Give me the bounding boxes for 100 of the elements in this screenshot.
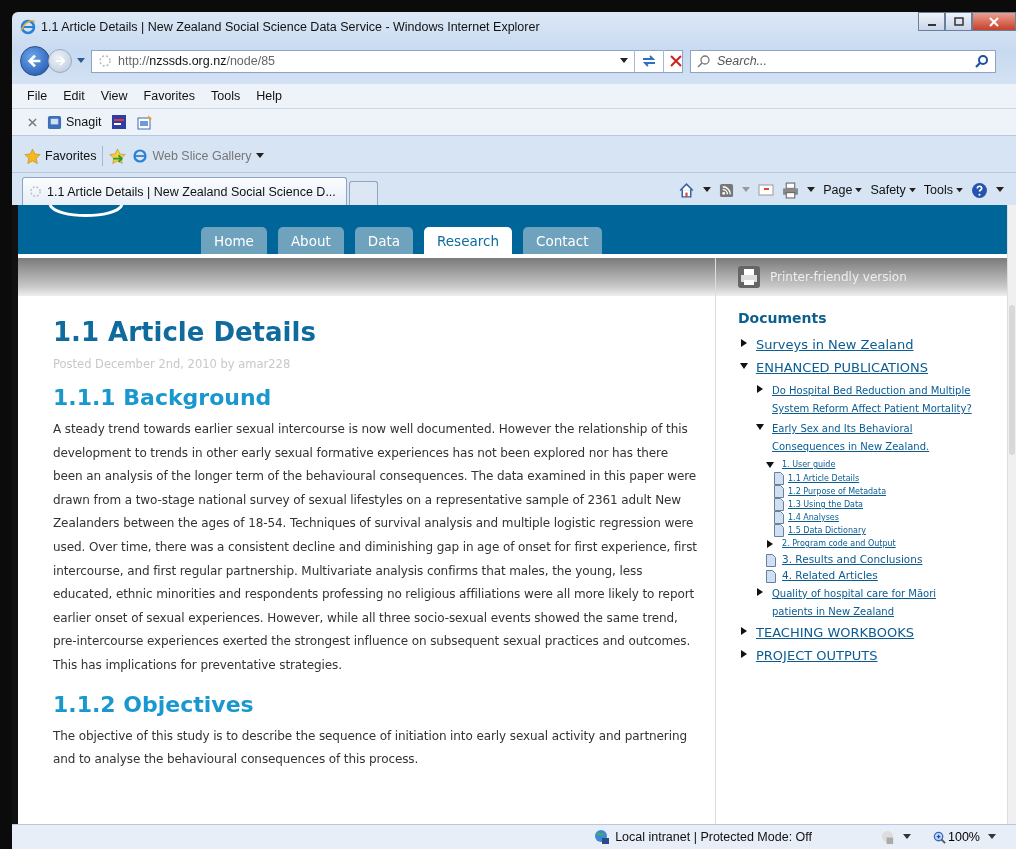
minimize-icon [927,24,936,26]
tree-link[interactable]: 1.3 Using the Data [788,498,863,511]
caret-icon[interactable] [703,187,712,193]
command-menu[interactable]: Tools [923,183,963,197]
expand-arrow-icon[interactable] [766,461,774,469]
close-icon[interactable] [28,117,37,127]
caret-icon[interactable] [903,834,911,840]
section-heading: 1.1.1 Background [53,385,273,410]
printer-icon[interactable] [782,181,800,199]
tree-link[interactable]: 1.1 Article Details [788,472,860,485]
address-field[interactable]: http://nzssds.org.nz/node/85 [91,49,683,73]
search-input[interactable]: Search... [715,53,971,69]
tree-link[interactable]: Surveys in New Zealand [756,336,914,354]
globe-icon [594,829,611,845]
printer-icon [738,266,760,288]
web-slice-gallery-button[interactable]: Web Slice Gallery [132,148,264,164]
stop-icon[interactable] [670,55,682,67]
document-icon [774,511,784,524]
caret-icon[interactable] [996,187,1004,193]
tree-link[interactable]: Quality of hospital care for Māori patients in New Zealand [772,585,977,621]
caret-icon[interactable] [620,58,628,64]
home-icon[interactable] [678,181,696,199]
paragraph: A steady trend towards earlier sexual intercourse is now well documented. However the relationship of this development to trends in other early sexual formative experiences has not been explored nor has there been an analysis of the longer term of the behavioural consequences. The data examined in this paper were drawn from a two-stage national survey of sexual lifestyles on a representative sample of 2361 adult New Zealanders between the ages of 18-54. Techniques of survival analysis and multiple logistic regression were used. Over time, there was a consistent decline and diminishing gap in age of onset for first experience, first intercourse, and first regular partnership. Multivariate analysis confirms that males, the young, less educated, ethnic minorities and respondents professing no religious affiliations were all more likely to report earlier onset of sexual experiences. However, while all three socio-sexual events showed the same trend, pre-intercourse experiences exerted the strongest influence on subsequent sexual practices and outcomes. This has implications for preventative strategies. [53,421,698,674]
expand-arrow-icon[interactable] [740,627,748,635]
document-icon [774,472,784,485]
snagit-icon [47,114,62,130]
search-field[interactable]: Search... [690,49,996,73]
zoom-icon [933,830,946,844]
menu-item[interactable]: Favorites [136,87,202,105]
minimize-button[interactable] [918,12,945,31]
caret-icon[interactable] [988,834,996,840]
tree-link[interactable]: Early Sex and Its Behavioral Consequences in New Zealand. [772,420,977,456]
tree-link[interactable]: 1.2 Purpose of Metadata [788,485,887,498]
command-menu[interactable]: Page [823,183,863,197]
tree-link[interactable]: Do Hospital Bed Reduction and Multiple System Reform Affect Patient Mortality? [772,382,977,418]
menu-item[interactable]: File [20,87,55,105]
add-favorite-icon[interactable] [109,147,127,165]
menu-item[interactable]: Tools [204,87,248,105]
star-icon [24,147,41,165]
menu-item[interactable]: Help [249,87,289,105]
forward-arrow-icon [53,54,67,68]
window-title: 1.1 Article Details | New Zealand Social Science Data Service - Windows Internet Explorer [41,20,540,34]
expand-arrow-icon[interactable] [740,362,748,370]
maximize-icon [953,16,964,27]
back-button[interactable] [20,46,50,76]
tree-link[interactable]: 1.4 Analyses [788,511,839,524]
capture-icon[interactable] [111,114,128,130]
caret-icon [255,153,264,159]
tree-link[interactable]: 3. Results and Conclusions [782,551,923,567]
loading-icon [29,185,42,198]
document-icon [774,485,784,498]
expand-arrow-icon[interactable] [766,540,774,548]
document-icon [766,554,776,567]
command-menu[interactable]: Safety [870,183,916,197]
expand-arrow-icon[interactable] [756,423,764,431]
feed-icon[interactable] [719,182,735,198]
caret-icon [855,187,863,193]
caret-icon[interactable] [807,187,816,193]
tree-link[interactable]: TEACHING WORKBOOKS [756,624,914,642]
tree-link[interactable]: 1. User guide [782,458,836,472]
tree-link[interactable]: PROJECT OUTPUTS [756,647,878,665]
loading-icon [98,54,112,68]
sidebar-title: Documents [738,310,828,326]
editor-icon[interactable] [137,114,154,130]
tree-link[interactable]: 1.5 Data Dictionary [788,524,866,537]
search-icon[interactable] [975,54,989,68]
close-button[interactable] [972,12,1016,31]
expand-arrow-icon[interactable] [740,339,748,347]
paragraph: The objective of this study is to describe the sequence of initiation into early sexual activity and partnering and to analyse the behavioural consequences of this process. [53,727,688,769]
document-icon [766,570,776,583]
scrollbar[interactable] [1007,205,1016,824]
menu-item[interactable]: View [93,87,135,105]
caret-icon [908,187,916,193]
section-heading: 1.1.2 Objectives [53,691,255,717]
nav-tab[interactable]: Research [424,227,512,254]
browser-tab[interactable]: 1.1 Article Details | New Zealand Social Science D... [22,177,347,205]
document-icon [774,498,784,511]
maximize-button[interactable] [945,12,972,31]
favorites-button[interactable]: Favorites [24,147,97,165]
menu-item[interactable]: Edit [56,87,92,105]
tree-link[interactable]: ENHANCED PUBLICATIONS [756,359,929,377]
browser-logo-icon [132,148,149,164]
article-title: 1.1 Article Details [53,317,317,347]
browser-logo-icon [20,19,36,35]
mail-icon[interactable] [758,184,775,196]
close-icon [989,16,999,27]
document-icon [774,524,784,537]
expand-arrow-icon[interactable] [756,588,764,596]
url-text: http://nzssds.org.nz/node/85 [118,54,277,68]
refresh-icon[interactable] [641,53,657,69]
help-icon[interactable] [971,181,988,199]
tree-link[interactable]: 4. Related Articles [782,567,878,583]
search-provider-icon [697,54,711,68]
expand-arrow-icon[interactable] [756,385,764,393]
snagit-button[interactable]: Snagit [47,114,102,130]
security-zone-status: Local intranet | Protected Mode: Off [594,829,812,845]
zoom-button[interactable]: 100% [919,830,980,844]
caret-icon [956,187,963,193]
tree-link[interactable]: 2. Program code and Output [782,537,896,551]
expand-arrow-icon[interactable] [740,650,748,658]
